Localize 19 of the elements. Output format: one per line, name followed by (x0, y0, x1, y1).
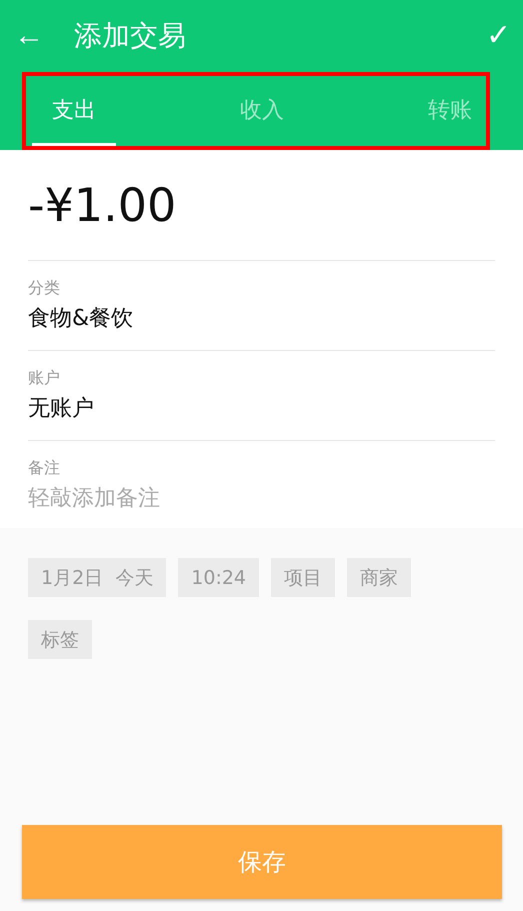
amount-text[interactable]: -¥1.00 (28, 150, 495, 261)
chip[interactable]: 标签 (28, 620, 92, 659)
tab[interactable]: 收入 (220, 76, 304, 146)
tab[interactable]: 转账 (408, 76, 472, 146)
field-label: 分类 (28, 278, 61, 299)
confirm-button[interactable]: ✓ (486, 21, 511, 51)
note-field[interactable]: 轻敲添加备注 (28, 483, 495, 513)
chip[interactable]: 商家 (347, 558, 412, 597)
tab[interactable]: 支出 (32, 76, 116, 146)
chip[interactable]: 项目 (271, 558, 336, 597)
chip[interactable]: 10:24 (178, 558, 260, 597)
field-value[interactable]: 食物&餐饮 (28, 303, 495, 333)
back-button[interactable]: ← (14, 21, 44, 51)
field-label: 备注 (28, 458, 61, 479)
page-title: 添加交易 (74, 18, 187, 54)
field-label: 账户 (28, 368, 61, 389)
chip[interactable]: 1月2日 今天 (28, 558, 166, 597)
field-value[interactable]: 无账户 (28, 393, 495, 423)
save-button[interactable]: 保存 (22, 825, 502, 899)
